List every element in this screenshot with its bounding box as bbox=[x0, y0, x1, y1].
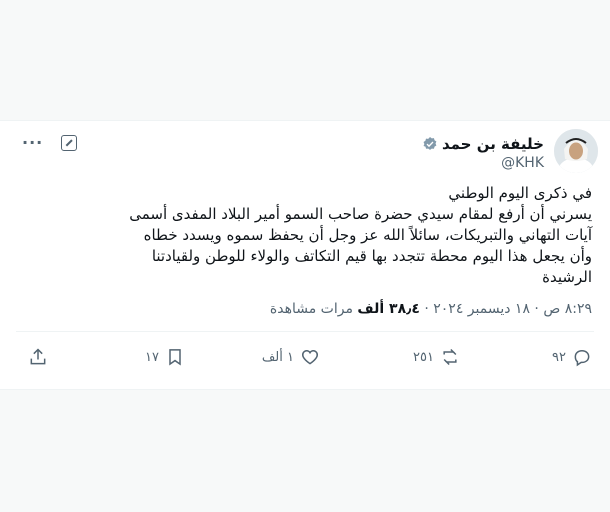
repost-icon bbox=[443, 348, 457, 366]
share-button[interactable] bbox=[28, 347, 48, 367]
divider bbox=[16, 331, 594, 332]
bookmark-button[interactable]: ١٧ bbox=[145, 347, 185, 367]
meta-separator: · bbox=[534, 301, 539, 317]
reply-icon bbox=[574, 349, 590, 367]
action-bar: ٩٢ ٢٥١ ١ ألف ١٧ bbox=[0, 347, 610, 371]
tweet-line-1: في ذكرى اليوم الوطني bbox=[448, 184, 592, 202]
like-button[interactable]: ١ ألف bbox=[262, 347, 320, 367]
tweet-time[interactable]: ٨:٢٩ ص bbox=[543, 301, 592, 317]
author-row: خليفة بن حمد bbox=[422, 135, 544, 153]
avatar[interactable] bbox=[554, 129, 598, 173]
meta-separator: · bbox=[424, 301, 429, 317]
verified-icon bbox=[423, 137, 437, 150]
tweet-text: في ذكرى اليوم الوطني يسرني أن أرفع لمقام… bbox=[122, 183, 592, 288]
bookmark-count: ١٧ bbox=[145, 349, 159, 365]
like-count: ١ ألف bbox=[261, 349, 294, 365]
repost-button[interactable]: ٢٥١ bbox=[413, 347, 460, 367]
share-icon bbox=[30, 348, 46, 365]
tweet-card: خليفة بن حمد @KHK ··· في ذكرى اليوم الوط… bbox=[0, 120, 610, 390]
like-icon bbox=[301, 349, 319, 365]
tweet-date[interactable]: ١٨ ديسمبر ٢٠٢٤ bbox=[433, 301, 530, 317]
author-handle[interactable]: @KHK bbox=[501, 155, 544, 171]
tweet-meta: ٨:٢٩ ص · ١٨ ديسمبر ٢٠٢٤ · ٣٨٫٤ ألف مرات … bbox=[270, 301, 592, 317]
more-icon[interactable]: ··· bbox=[22, 133, 43, 152]
top-icons: ··· bbox=[22, 133, 78, 152]
bookmark-icon bbox=[169, 349, 181, 366]
reply-button[interactable]: ٩٢ bbox=[552, 347, 592, 367]
tweet-line-2: يسرني أن أرفع لمقام سيدي حضرة صاحب السمو… bbox=[129, 205, 592, 286]
views-count: ٣٨٫٤ ألف bbox=[357, 301, 420, 317]
repost-count: ٢٥١ bbox=[413, 349, 434, 365]
reply-count: ٩٢ bbox=[552, 349, 566, 365]
grok-icon[interactable] bbox=[61, 134, 78, 151]
author-name[interactable]: خليفة بن حمد bbox=[442, 135, 544, 153]
views-label: مرات مشاهدة bbox=[269, 301, 353, 317]
